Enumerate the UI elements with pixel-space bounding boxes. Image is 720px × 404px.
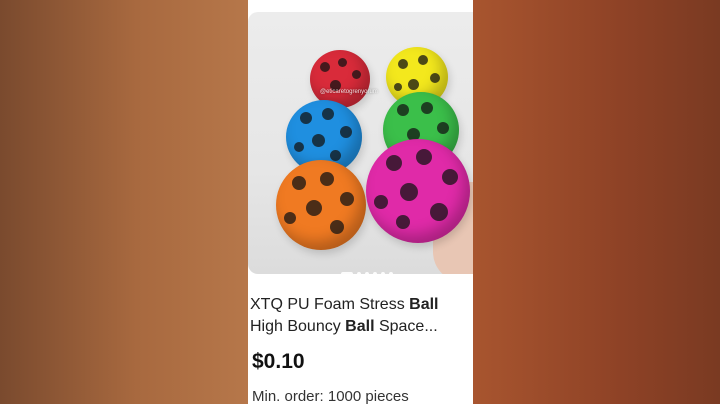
title-text: High Bouncy <box>250 318 346 335</box>
product-title[interactable]: XTQ PU Foam Stress Ball High Bouncy Ball… <box>250 294 472 338</box>
title-text: XTQ PU Foam Stress <box>250 296 410 313</box>
orange-ball <box>276 160 366 250</box>
title-keyword: Ball <box>345 318 375 335</box>
carousel-dot[interactable] <box>389 272 393 274</box>
min-order: Min. order: 1000 pieces <box>252 388 409 404</box>
carousel-dot[interactable] <box>341 272 353 274</box>
watermark: @eticaretogrenyorum <box>320 89 378 95</box>
carousel-dot[interactable] <box>357 272 361 274</box>
blurred-background-right <box>473 0 720 404</box>
product-image[interactable]: @eticaretogrenyorum <box>248 12 473 274</box>
carousel-indicator[interactable] <box>341 272 393 274</box>
magenta-ball <box>366 139 470 243</box>
blurred-background-left <box>0 0 248 404</box>
title-keyword: Ball <box>409 296 439 313</box>
product-card[interactable]: @eticaretogrenyorum XTQ PU Foam Stress B… <box>248 0 473 404</box>
carousel-dot[interactable] <box>373 272 377 274</box>
carousel-dot[interactable] <box>381 272 385 274</box>
product-price: $0.10 <box>252 350 305 373</box>
title-text: Space... <box>374 318 438 335</box>
carousel-dot[interactable] <box>365 272 369 274</box>
